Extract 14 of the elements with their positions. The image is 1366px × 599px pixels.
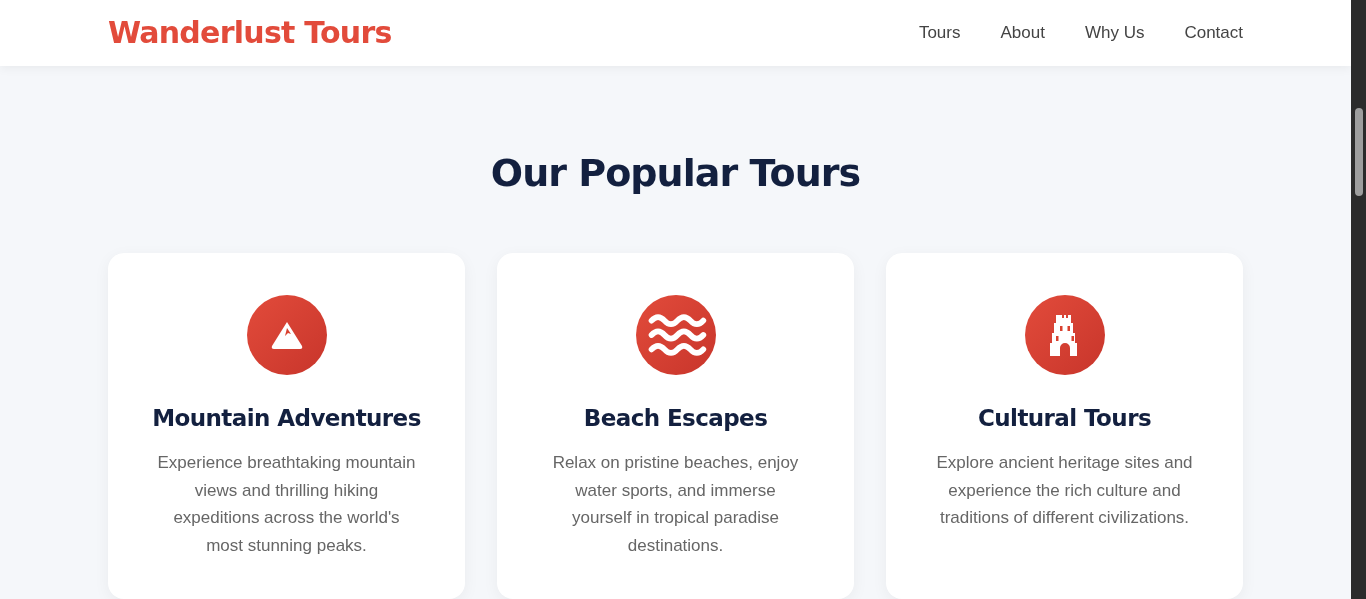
scrollbar-thumb[interactable] xyxy=(1354,108,1363,196)
nav-link[interactable]: Why Us xyxy=(1084,20,1145,46)
nav-link[interactable]: Tours xyxy=(918,20,961,46)
card-title: Cultural Tours xyxy=(977,403,1152,433)
card-title: Mountain Adventures xyxy=(152,403,421,433)
card-description: Explore ancient heritage sites and experience the rich culture and traditions of different civilizations. xyxy=(935,452,1194,529)
card-title: Beach Escapes xyxy=(583,403,768,433)
logo[interactable]: Wanderlust Tours xyxy=(108,10,392,56)
section-title: Our Popular Tours xyxy=(489,149,862,197)
card-description: Experience breathtaking mountain views and thrilling hiking expeditions across the world's most stunning peaks. xyxy=(156,452,417,557)
scrollbar[interactable] xyxy=(1351,0,1366,599)
card-description: Relax on pristine beaches, enjoy water sports, and immerse yourself in tropical paradise destinations. xyxy=(551,452,800,557)
nav-link[interactable]: About xyxy=(1000,20,1045,46)
nav-link[interactable]: Contact xyxy=(1184,20,1243,46)
